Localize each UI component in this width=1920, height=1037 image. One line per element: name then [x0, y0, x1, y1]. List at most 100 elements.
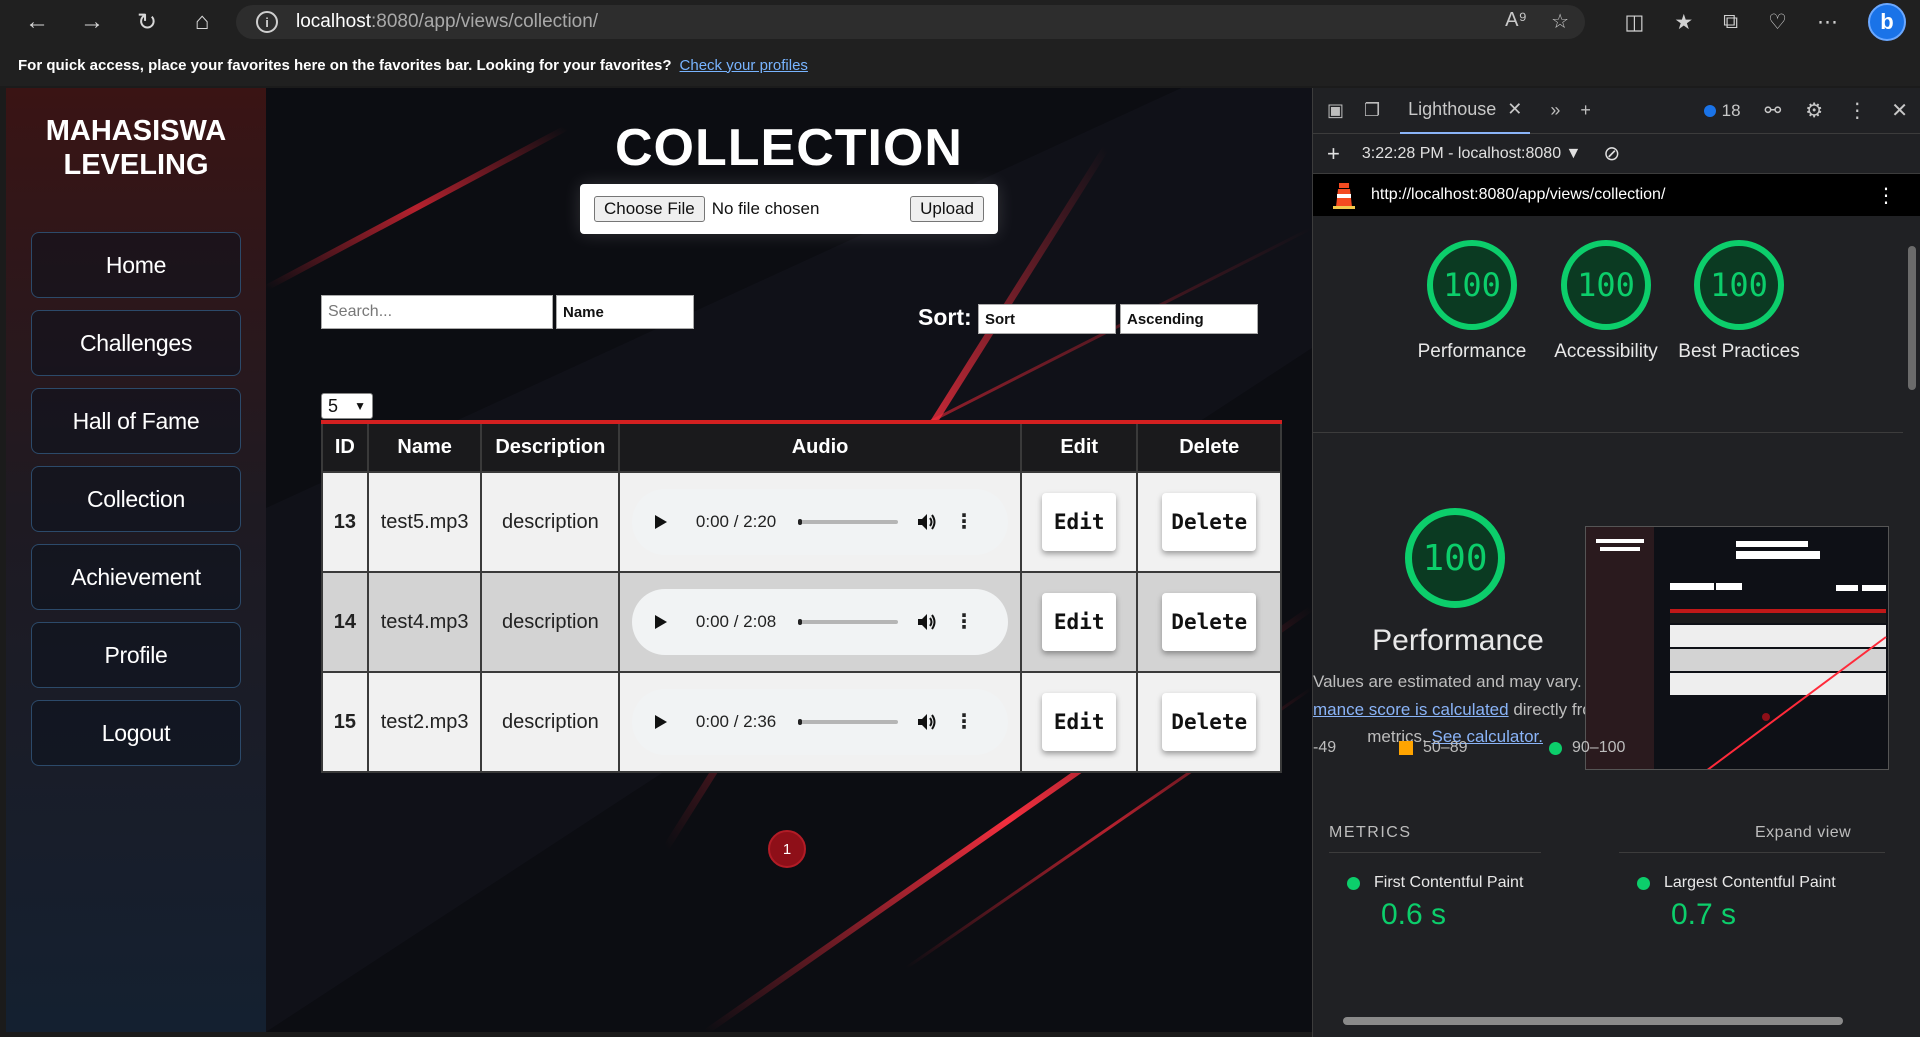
- more-options-icon[interactable]: ⋮: [954, 712, 974, 732]
- url-path: :8080/app/views/collection/: [371, 11, 599, 32]
- close-devtools-icon[interactable]: ✕: [1891, 98, 1908, 123]
- volume-icon[interactable]: [916, 512, 938, 532]
- volume-icon[interactable]: [916, 712, 938, 732]
- sidebar-item-hall-of-fame[interactable]: Hall of Fame: [31, 388, 241, 454]
- back-icon[interactable]: ←: [19, 4, 55, 40]
- inspect-element-icon[interactable]: ❐: [1364, 100, 1380, 121]
- check-profiles-link[interactable]: Check your profiles: [680, 57, 808, 74]
- new-tab-icon[interactable]: +: [1580, 100, 1591, 121]
- site-info-icon[interactable]: i: [256, 11, 278, 33]
- audio-time: 0:00 / 2:36: [695, 712, 777, 731]
- edit-button[interactable]: Edit: [1042, 493, 1117, 551]
- expand-view-toggle[interactable]: Expand view: [1755, 824, 1851, 842]
- play-icon[interactable]: [652, 514, 668, 530]
- play-icon[interactable]: [652, 714, 668, 730]
- cell-description: description: [480, 671, 621, 773]
- legend-pass: 90–100: [1549, 739, 1625, 757]
- edit-button[interactable]: Edit: [1042, 693, 1117, 751]
- score-gauge-best-practices[interactable]: 100: [1694, 240, 1784, 330]
- brand-logo: MAHASISWA LEVELING: [6, 114, 266, 182]
- play-icon[interactable]: [652, 614, 668, 630]
- favorites-icon[interactable]: ★: [1674, 10, 1693, 35]
- home-icon[interactable]: ⌂: [184, 4, 220, 40]
- search-field-select[interactable]: Name: [556, 295, 694, 329]
- header-delete: Delete: [1136, 421, 1282, 473]
- choose-file-button[interactable]: Choose File: [594, 196, 705, 222]
- delete-button[interactable]: Delete: [1162, 693, 1257, 751]
- collections-icon[interactable]: ⧉: [1723, 10, 1738, 34]
- report-menu-icon[interactable]: ⋮: [1876, 183, 1896, 208]
- page-size-select[interactable]: 5 ▼: [321, 393, 373, 419]
- tab-lighthouse[interactable]: Lighthouse ✕: [1400, 88, 1531, 134]
- connections-icon[interactable]: ⚯: [1765, 98, 1782, 123]
- browser-essentials-icon[interactable]: ♡: [1768, 10, 1787, 35]
- report-selector[interactable]: 3:22:28 PM - localhost:8080 ▼: [1362, 145, 1582, 163]
- new-report-icon[interactable]: +: [1327, 141, 1340, 167]
- perf-calculated-link[interactable]: mance score is calculated: [1313, 700, 1509, 719]
- delete-button[interactable]: Delete: [1162, 493, 1257, 551]
- favorite-star-icon[interactable]: ☆: [1551, 9, 1569, 34]
- address-bar[interactable]: i localhost:8080/app/views/collection/ A…: [236, 5, 1585, 39]
- split-screen-icon[interactable]: ◫: [1625, 10, 1645, 35]
- perf-title: Performance: [1372, 624, 1544, 657]
- sidebar-item-home[interactable]: Home: [31, 232, 241, 298]
- thumbnail-preview: [1586, 527, 1888, 769]
- devtools-panel: ▣ ❐ Lighthouse ✕ » + 18 ⚯ ⚙ ⋮ ✕ + 3:22:2…: [1312, 88, 1920, 1037]
- cell-id: 14: [321, 571, 369, 673]
- report-url: http://localhost:8080/app/views/collecti…: [1371, 186, 1666, 203]
- header-description: Description: [480, 421, 621, 473]
- metric-fcp-label: First Contentful Paint: [1374, 874, 1524, 891]
- favorites-message: For quick access, place your favorites h…: [18, 56, 672, 74]
- tab-lighthouse-label: Lighthouse: [1408, 99, 1497, 119]
- chevron-down-icon: ▼: [1565, 144, 1582, 162]
- refresh-icon[interactable]: ↻: [129, 4, 165, 40]
- volume-icon[interactable]: [916, 612, 938, 632]
- pagination-page-1[interactable]: 1: [768, 830, 806, 868]
- sidebar-item-profile[interactable]: Profile: [31, 622, 241, 688]
- more-options-icon[interactable]: ⋯: [1817, 10, 1838, 35]
- page-screenshot-thumbnail[interactable]: [1585, 526, 1889, 770]
- more-options-icon[interactable]: ⋮: [954, 612, 974, 632]
- legend-average: 50–89: [1399, 739, 1468, 757]
- address-text[interactable]: localhost:8080/app/views/collection/: [296, 11, 598, 33]
- issues-badge[interactable]: 18: [1703, 101, 1741, 121]
- legend-fail: -49: [1313, 739, 1336, 757]
- sort-order-select[interactable]: Ascending: [1120, 304, 1258, 334]
- edit-button[interactable]: Edit: [1042, 593, 1117, 651]
- more-tabs-icon[interactable]: »: [1550, 100, 1560, 121]
- sidebar-item-challenges[interactable]: Challenges: [31, 310, 241, 376]
- devtools-menu-icon[interactable]: ⋮: [1847, 98, 1867, 123]
- delete-button[interactable]: Delete: [1162, 593, 1257, 651]
- sidebar-item-collection[interactable]: Collection: [31, 466, 241, 532]
- audio-player[interactable]: 0:00 / 2:08 ⋮: [632, 589, 1009, 655]
- audio-progress-slider[interactable]: [798, 719, 899, 725]
- vertical-scrollbar[interactable]: [1903, 220, 1920, 1020]
- score-gauge-accessibility[interactable]: 100: [1561, 240, 1651, 330]
- sort-field-select[interactable]: Sort: [978, 304, 1116, 334]
- cell-name: test2.mp3: [366, 671, 483, 773]
- forward-icon[interactable]: →: [74, 4, 110, 40]
- device-toolbar-icon[interactable]: ▣: [1327, 100, 1344, 121]
- horizontal-scrollbar[interactable]: [1313, 1012, 1903, 1030]
- audio-player[interactable]: 0:00 / 2:20 ⋮: [632, 489, 1009, 555]
- horizontal-scroll-thumb[interactable]: [1343, 1017, 1843, 1025]
- sidebar-item-logout[interactable]: Logout: [31, 700, 241, 766]
- audio-progress-slider[interactable]: [798, 619, 899, 625]
- sidebar-item-achievement[interactable]: Achievement: [31, 544, 241, 610]
- clear-reports-icon[interactable]: ⊘: [1603, 141, 1620, 166]
- metrics-heading: METRICS: [1329, 824, 1412, 841]
- more-options-icon[interactable]: ⋮: [954, 512, 974, 532]
- read-aloud-icon[interactable]: A⁹: [1505, 9, 1527, 34]
- metrics-divider-right: [1619, 852, 1885, 853]
- settings-gear-icon[interactable]: ⚙: [1805, 98, 1823, 123]
- copilot-icon[interactable]: b: [1868, 3, 1906, 41]
- upload-button[interactable]: Upload: [910, 196, 984, 222]
- close-icon[interactable]: ✕: [1507, 99, 1522, 119]
- score-gauge-performance[interactable]: 100: [1427, 240, 1517, 330]
- cell-audio: 0:00 / 2:08 ⋮: [618, 571, 1022, 673]
- vertical-scroll-thumb[interactable]: [1908, 246, 1916, 390]
- search-input[interactable]: Search...: [321, 295, 553, 329]
- audio-player[interactable]: 0:00 / 2:36 ⋮: [632, 689, 1009, 755]
- audio-progress-slider[interactable]: [798, 519, 899, 525]
- page-title: COLLECTION: [615, 119, 963, 177]
